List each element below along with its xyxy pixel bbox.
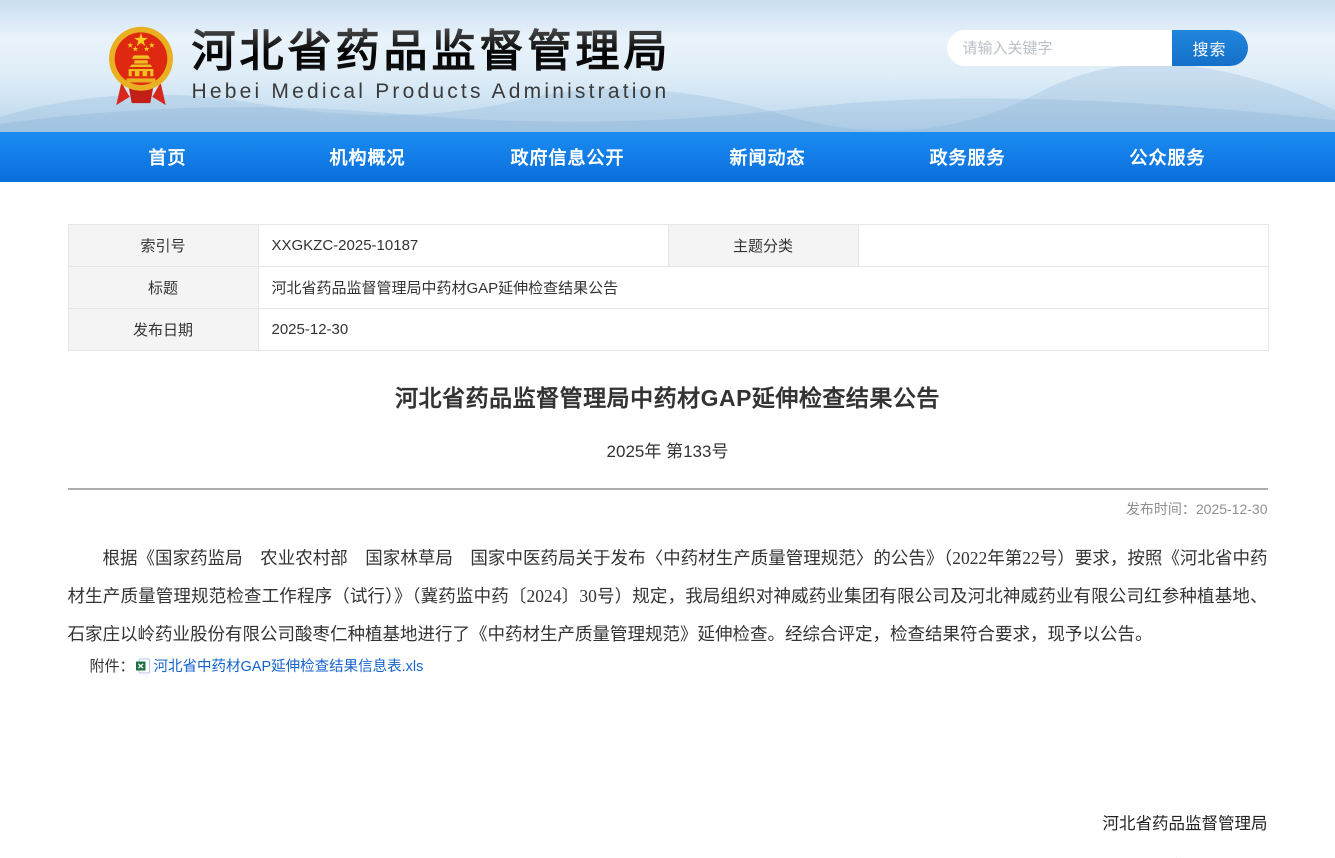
document-meta-table: 索引号 XXGKZC-2025-10187 主题分类 标题 河北省药品监督管理局… bbox=[68, 224, 1269, 351]
article-paragraph: 根据《国家药监局 农业农村部 国家林草局 国家中医药局关于发布〈中药材生产质量管… bbox=[68, 539, 1268, 653]
publish-time-value: 2025-12-30 bbox=[1196, 501, 1268, 517]
site-subtitle-english: Hebei Medical Products Administration bbox=[192, 80, 672, 104]
nav-item-organization[interactable]: 机构概况 bbox=[268, 132, 468, 182]
article-title: 河北省药品监督管理局中药材GAP延伸检查结果公告 bbox=[68, 379, 1268, 413]
nav-item-public-services[interactable]: 公众服务 bbox=[1068, 132, 1268, 182]
excel-file-icon[interactable] bbox=[135, 658, 151, 674]
topic-category-value bbox=[858, 225, 1268, 267]
index-number-label: 索引号 bbox=[68, 225, 258, 267]
site-header: 河北省药品监督管理局 Hebei Medical Products Admini… bbox=[0, 0, 1335, 132]
publish-date-value: 2025-12-30 bbox=[258, 309, 1268, 351]
table-row: 索引号 XXGKZC-2025-10187 主题分类 bbox=[68, 225, 1268, 267]
index-number-value: XXGKZC-2025-10187 bbox=[258, 225, 668, 267]
attachment-label: 附件： bbox=[90, 655, 135, 676]
signature-date: 2025年12月30日 bbox=[68, 853, 1268, 858]
nav-item-home[interactable]: 首页 bbox=[68, 132, 268, 182]
attachment-link[interactable]: 河北省中药材GAP延伸检查结果信息表.xls bbox=[135, 655, 424, 676]
publish-date-label: 发布日期 bbox=[68, 309, 258, 351]
nav-item-gov-services[interactable]: 政务服务 bbox=[868, 132, 1068, 182]
search-button[interactable]: 搜索 bbox=[1172, 30, 1248, 66]
attachment-link-text[interactable]: 河北省中药材GAP延伸检查结果信息表.xls bbox=[154, 655, 424, 676]
main-navigation: 首页 机构概况 政府信息公开 新闻动态 政务服务 公众服务 bbox=[0, 132, 1335, 182]
attachment-row: 附件： 河北省中药材GAP延伸检查结果信息表.xls bbox=[68, 655, 1268, 676]
search-input[interactable] bbox=[947, 30, 1172, 66]
table-row: 发布日期 2025-12-30 bbox=[68, 309, 1268, 351]
title-value: 河北省药品监督管理局中药材GAP延伸检查结果公告 bbox=[258, 267, 1268, 309]
search-box: 搜索 bbox=[947, 30, 1248, 66]
signature-block: 河北省药品监督管理局 2025年12月30日 bbox=[68, 810, 1268, 858]
table-row: 标题 河北省药品监督管理局中药材GAP延伸检查结果公告 bbox=[68, 267, 1268, 309]
header-inner: 河北省药品监督管理局 Hebei Medical Products Admini… bbox=[68, 0, 1268, 132]
national-emblem-icon bbox=[108, 24, 174, 112]
nav-item-news[interactable]: 新闻动态 bbox=[668, 132, 868, 182]
document-number: 2025年 第133号 bbox=[68, 437, 1268, 462]
brand-text: 河北省药品监督管理局 Hebei Medical Products Admini… bbox=[192, 28, 672, 104]
main-content: 索引号 XXGKZC-2025-10187 主题分类 标题 河北省药品监督管理局… bbox=[68, 224, 1268, 858]
title-label: 标题 bbox=[68, 267, 258, 309]
publish-time: 发布时间：2025-12-30 bbox=[68, 499, 1268, 519]
topic-category-label: 主题分类 bbox=[668, 225, 858, 267]
site-title: 河北省药品监督管理局 bbox=[192, 28, 672, 76]
divider-line bbox=[68, 488, 1268, 490]
nav-item-government-info[interactable]: 政府信息公开 bbox=[468, 132, 668, 182]
publish-time-label: 发布时间： bbox=[1126, 501, 1196, 517]
signature-organization: 河北省药品监督管理局 bbox=[68, 810, 1268, 834]
site-logo-home-link[interactable]: 河北省药品监督管理局 Hebei Medical Products Admini… bbox=[108, 20, 672, 112]
